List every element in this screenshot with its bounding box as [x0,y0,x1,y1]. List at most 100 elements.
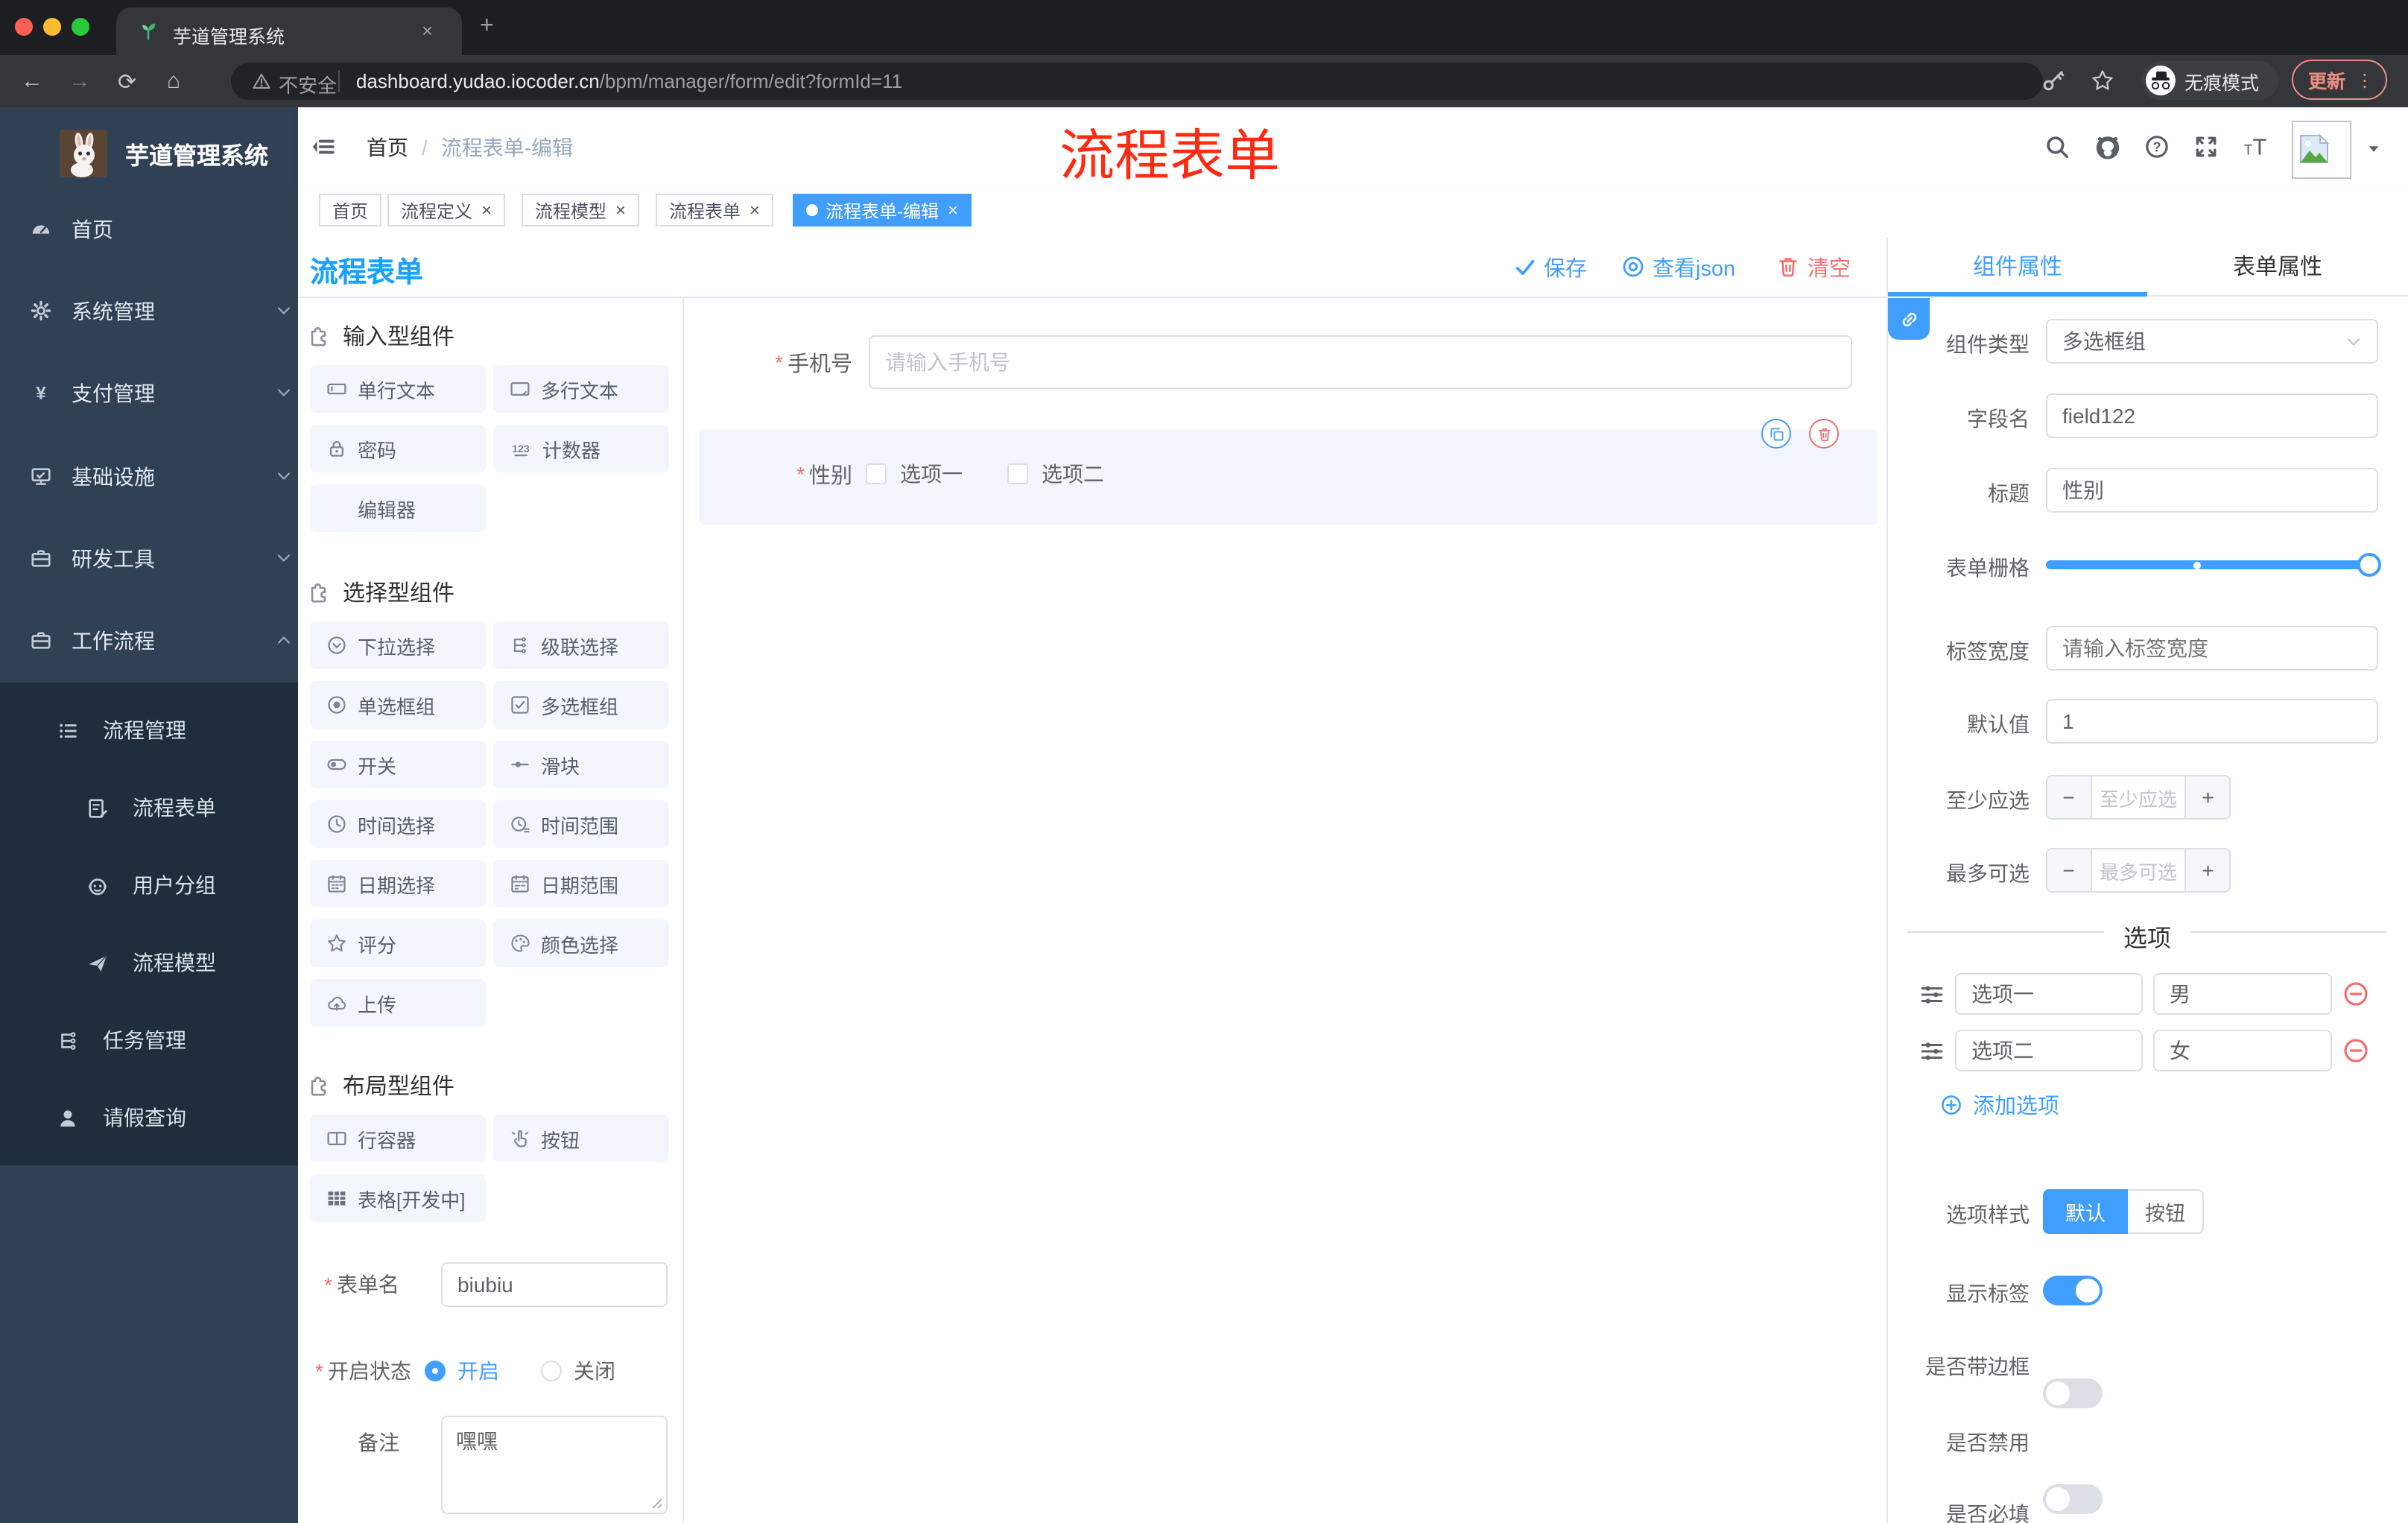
github-icon[interactable] [2094,133,2122,161]
sidebar-item-system[interactable]: 系统管理 [0,270,328,352]
avatar[interactable] [2292,121,2351,179]
update-button[interactable]: 更新 ⋮ [2292,60,2387,100]
drag-handle-icon[interactable] [1919,982,1945,1007]
min-select-value[interactable]: 至少应选 [2091,776,2185,818]
component-item-date-picker[interactable]: 日期选择 [310,860,486,908]
component-item-date-range[interactable]: 日期范围 [493,860,669,908]
phone-field-input[interactable]: 请输入手机号 [869,335,1852,389]
max-select-value[interactable]: 最多可选 [2091,849,2185,891]
home-icon[interactable]: ⌂ [167,69,180,94]
label-width-input[interactable] [2046,626,2378,671]
tag-process-form-edit[interactable]: 流程表单-编辑 × [793,194,972,227]
avatar-caret-down-icon[interactable] [2366,142,2381,156]
breadcrumb-home[interactable]: 首页 [367,133,408,162]
style-button-button[interactable]: 按钮 [2128,1189,2204,1234]
component-item-time-picker[interactable]: 时间选择 [310,800,486,848]
form-name-input[interactable] [441,1262,668,1307]
component-item-time-range[interactable]: 时间范围 [493,800,669,848]
style-default-button[interactable]: 默认 [2043,1189,2128,1234]
remove-option-icon[interactable] [2342,1037,2369,1064]
checkbox-option1[interactable] [866,463,887,484]
new-tab-icon[interactable]: + [480,13,494,40]
stepper-decrease-button[interactable]: − [2047,776,2092,818]
component-item-radio-group[interactable]: 单选框组 [310,681,486,729]
forward-icon[interactable]: → [69,69,91,94]
grid-slider-track[interactable] [2046,560,2381,569]
checkbox-option1-label[interactable]: 选项一 [900,459,963,489]
tag-close-icon[interactable]: × [615,201,626,219]
add-option-button[interactable]: 添加选项 [1940,1091,2059,1118]
bookmark-star-icon[interactable] [2091,69,2114,92]
brand[interactable]: 芋道管理系统 [0,119,298,188]
stepper-increase-button[interactable]: + [2184,849,2229,891]
window-zoom-button[interactable] [72,18,89,36]
component-item-counter[interactable]: 计数器 [493,425,669,472]
option1-label-input[interactable] [1955,973,2143,1015]
component-item-password[interactable]: 密码 [310,425,486,472]
tag-close-icon[interactable]: × [948,201,958,219]
update-label[interactable]: 更新 [2308,66,2345,94]
stepper-decrease-button[interactable]: − [2047,849,2092,891]
sidebar-item-home[interactable]: 首页 [0,188,328,270]
component-item-rate[interactable]: 评分 [310,919,486,967]
field-name-input[interactable] [2046,393,2378,438]
radio-off-unselected[interactable] [541,1361,562,1381]
save-button[interactable]: 保存 [1514,247,1587,286]
radio-on-selected[interactable] [425,1361,446,1381]
reload-icon[interactable]: ⟳ [118,69,136,95]
duplicate-component-button[interactable] [1761,419,1791,449]
view-json-button[interactable]: 查看json [1621,247,1735,286]
address-bar[interactable]: 不安全 dashboard.yudao.iocoder.cn/bpm/manag… [231,63,2043,100]
option2-label-input[interactable] [1955,1030,2143,1071]
delete-component-button[interactable] [1809,419,1839,449]
tab-form-props[interactable]: 表单属性 [2147,237,2408,295]
disabled-toggle[interactable] [2043,1484,2103,1514]
hamburger-collapse-icon[interactable] [310,134,335,159]
title-input[interactable] [2046,468,2378,513]
drag-handle-icon[interactable] [1919,1039,1945,1064]
option1-value-input[interactable] [2153,973,2332,1015]
component-item-row-container[interactable]: 行容器 [310,1115,486,1162]
component-item-checkbox-group[interactable]: 多选框组 [493,681,669,729]
component-item-slider[interactable]: 滑块 [493,741,669,788]
component-item-multi-line-text[interactable]: 多行文本 [493,365,669,413]
grid-slider-handle[interactable] [2357,553,2381,577]
component-item-upload[interactable]: 上传 [310,979,486,1027]
component-type-select[interactable]: 多选框组 [2046,319,2378,364]
tag-process-definition[interactable]: 流程定义 × [387,194,506,227]
component-item-cascader[interactable]: 级联选择 [493,621,669,669]
search-icon[interactable] [2044,134,2070,159]
window-close-button[interactable] [15,18,33,36]
remove-option-icon[interactable] [2342,981,2369,1007]
component-item-editor[interactable]: 编辑器 [310,484,486,532]
default-value-input[interactable] [2046,699,2378,744]
back-icon[interactable]: ← [21,69,43,94]
option2-value-input[interactable] [2153,1030,2332,1071]
window-minimize-button[interactable] [43,18,61,36]
sidebar-item-payment[interactable]: 支付管理 [0,352,328,434]
browser-tab[interactable]: 芋道管理系统 × [116,7,462,55]
resize-handle-icon[interactable] [651,1498,663,1510]
component-item-select[interactable]: 下拉选择 [310,621,486,669]
stepper-increase-button[interactable]: + [2184,776,2229,818]
password-key-icon[interactable] [2041,69,2065,92]
show-label-toggle[interactable] [2043,1276,2103,1305]
checkbox-option2[interactable] [1007,463,1028,484]
sidebar-item-infrastructure[interactable]: 基础设施 [0,435,328,517]
radio-off-label[interactable]: 关闭 [574,1356,615,1386]
security-label[interactable]: 不安全 [279,70,337,98]
form-remark-textarea[interactable]: 嘿嘿 [441,1416,668,1514]
checkbox-option2-label[interactable]: 选项二 [1042,459,1104,489]
tag-home[interactable]: 首页 [319,194,382,227]
component-item-single-line-text[interactable]: 单行文本 [310,365,486,413]
help-icon[interactable] [2144,134,2170,159]
component-item-table[interactable]: 表格[开发中] [310,1174,486,1222]
clear-button[interactable]: 清空 [1776,247,1851,286]
tag-close-icon[interactable]: × [750,201,760,219]
radio-on-label[interactable]: 开启 [457,1356,499,1386]
with-border-toggle[interactable] [2043,1378,2103,1408]
tab-close-icon[interactable]: × [422,19,433,42]
sidebar-item-devtools[interactable]: 研发工具 [0,517,328,599]
browser-menu-dots-icon[interactable]: ⋮ [2356,69,2374,90]
component-item-color-picker[interactable]: 颜色选择 [493,919,669,967]
